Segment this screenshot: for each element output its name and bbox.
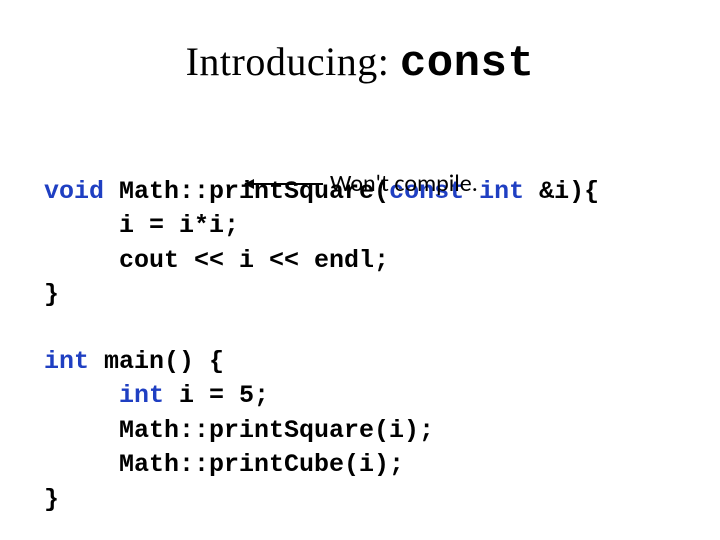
- title-keyword: const: [400, 39, 535, 89]
- code-text: &i){: [524, 177, 599, 206]
- keyword-int: int: [119, 381, 164, 410]
- code-line: Math::printCube(i);: [44, 450, 404, 479]
- slide-title: Introducing: const: [0, 38, 720, 89]
- code-line: }: [44, 280, 59, 309]
- code-block-2: int main() { int i = 5; Math::printSquar…: [44, 310, 434, 517]
- code-block-1: void Math::printSquare(const int &i){ i …: [44, 140, 599, 313]
- annotation-arrow-icon: [245, 183, 323, 185]
- title-prefix: Introducing:: [186, 39, 400, 84]
- keyword-int: int: [44, 347, 89, 376]
- code-text: main() {: [89, 347, 224, 376]
- keyword-void: void: [44, 177, 104, 206]
- code-line: }: [44, 485, 59, 514]
- code-text: i = 5;: [164, 381, 269, 410]
- code-indent: [44, 381, 119, 410]
- code-line: i = i*i;: [44, 211, 239, 240]
- annotation-label: Won't compile.: [330, 169, 478, 198]
- code-line: Math::printSquare(i);: [44, 416, 434, 445]
- code-line: cout << i << endl;: [44, 246, 389, 275]
